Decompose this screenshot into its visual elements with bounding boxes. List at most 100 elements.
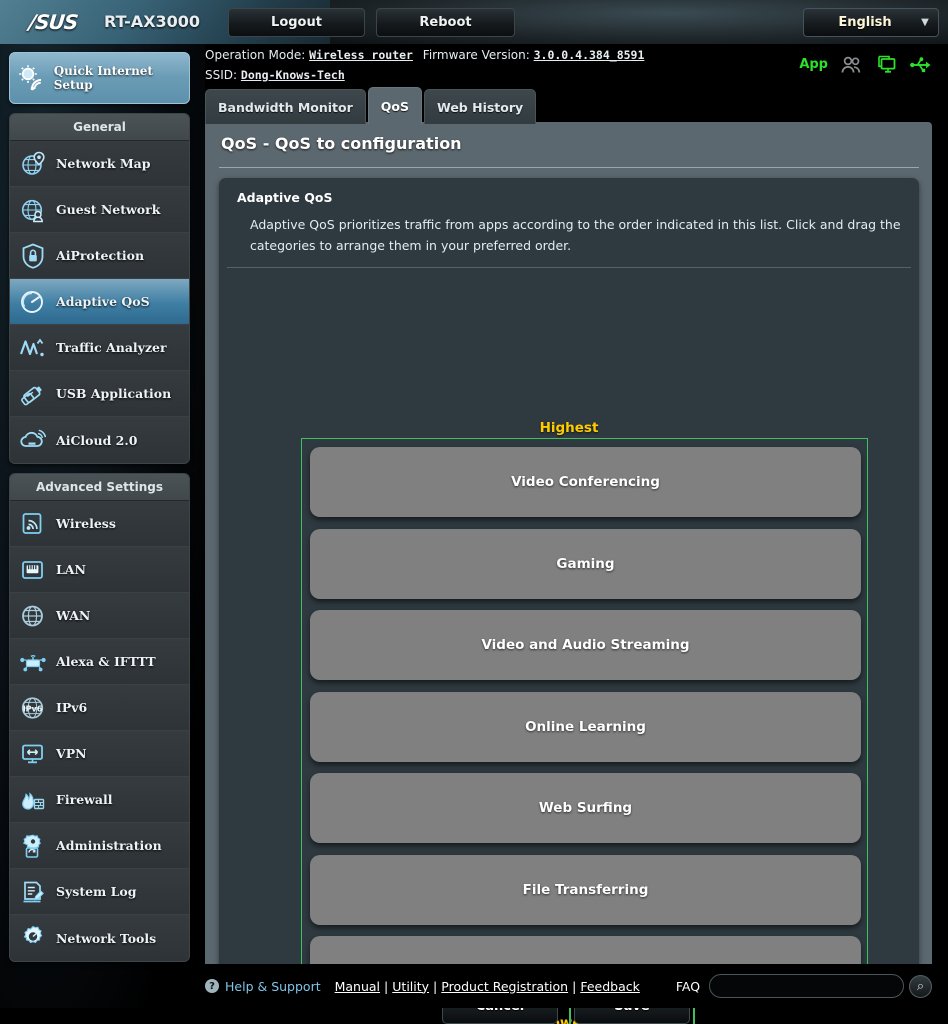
title-divider	[219, 167, 919, 168]
sidebar-group-advanced-settings: Advanced Settings Wireless	[9, 473, 190, 962]
sidebar-item-wan[interactable]: WAN	[10, 593, 189, 639]
sidebar-item-adaptive-qos[interactable]: Adaptive QoS	[10, 279, 189, 325]
sidebar-item-traffic-analyzer[interactable]: Traffic Analyzer	[10, 325, 189, 371]
top-bar: /SUS RT-AX3000 Logout Reboot English ▼	[0, 0, 948, 44]
ssid-value[interactable]: Dong-Knows-Tech	[241, 68, 345, 82]
system-log-icon	[10, 879, 56, 905]
logout-button[interactable]: Logout	[228, 8, 365, 37]
priority-highest-label: Highest	[219, 420, 919, 436]
sidebar-item-wireless[interactable]: Wireless	[10, 501, 189, 547]
header-icon-group: App	[799, 55, 932, 74]
sidebar-item-network-map[interactable]: Network Map	[10, 141, 189, 187]
monitor-icon[interactable]	[876, 55, 897, 74]
asus-logo: /SUS	[28, 10, 79, 34]
footer-links: Manual | Utility | Product Registration …	[335, 979, 640, 994]
sidebar-item-vpn[interactable]: VPN	[10, 731, 189, 777]
sidebar-item-label: Administration	[56, 838, 162, 853]
aicloud-icon	[10, 427, 56, 453]
sidebar-item-ipv6[interactable]: IPv6 IPv6	[10, 685, 189, 731]
help-and-support-label: Help & Support	[225, 979, 321, 994]
link-feedback[interactable]: Feedback	[580, 979, 640, 994]
svg-text:IPv6: IPv6	[23, 704, 43, 713]
sidebar-item-lan[interactable]: LAN	[10, 547, 189, 593]
sidebar-item-label: Adaptive QoS	[56, 294, 150, 309]
link-manual[interactable]: Manual	[335, 979, 380, 994]
faq-search-input[interactable]	[709, 974, 904, 998]
card-divider	[227, 267, 911, 268]
qos-item-video-conferencing[interactable]: Video Conferencing	[310, 447, 861, 517]
footer-bar: ? Help & Support Manual | Utility | Prod…	[196, 964, 948, 1008]
footer-separator: |	[572, 979, 576, 994]
adaptive-qos-icon	[10, 289, 56, 315]
sidebar-item-firewall[interactable]: Firewall	[10, 777, 189, 823]
sidebar-item-alexa-ifttt[interactable]: Alexa & IFTTT	[10, 639, 189, 685]
firmware-version-value[interactable]: 3.0.0.4.384_8591	[534, 48, 645, 62]
sidebar-item-usb-application[interactable]: USB Application	[10, 371, 189, 417]
firmware-label: Firmware Version:	[423, 48, 530, 62]
sidebar-item-label: AiProtection	[56, 248, 144, 263]
router-model-name: RT-AX3000	[104, 12, 200, 31]
sidebar-item-label: Alexa & IFTTT	[56, 654, 156, 669]
page-title: QoS - QoS to configuration	[221, 134, 462, 153]
faq-label: FAQ	[676, 979, 700, 994]
tab-bandwidth-monitor[interactable]: Bandwidth Monitor	[205, 89, 366, 124]
usb-icon[interactable]	[910, 56, 932, 74]
link-utility[interactable]: Utility	[392, 979, 429, 994]
clients-icon[interactable]	[841, 56, 863, 74]
sidebar-item-administration[interactable]: Administration	[10, 823, 189, 869]
qos-item-file-transferring[interactable]: File Transferring	[310, 855, 861, 925]
sidebar-item-aicloud[interactable]: AiCloud 2.0	[10, 417, 189, 463]
sidebar-item-label: Network Tools	[56, 931, 156, 946]
qos-item-gaming[interactable]: Gaming	[310, 529, 861, 599]
sidebar-item-aiprotection[interactable]: AiProtection	[10, 233, 189, 279]
reboot-button[interactable]: Reboot	[376, 8, 515, 37]
sidebar-item-quick-internet-setup[interactable]: Quick Internet Setup	[9, 52, 190, 104]
sidebar-item-guest-network[interactable]: Guest Network	[10, 187, 189, 233]
footer-separator: |	[433, 979, 437, 994]
app-text[interactable]: App	[799, 57, 828, 72]
sidebar-item-system-log[interactable]: System Log	[10, 869, 189, 915]
usb-application-icon	[10, 381, 56, 407]
main-content: Operation Mode: Wireless router Firmware…	[196, 44, 948, 1008]
operation-mode-value[interactable]: Wireless router	[309, 48, 413, 62]
qos-item-online-learning[interactable]: Online Learning	[310, 692, 861, 762]
sidebar: Quick Internet Setup General Network Map	[9, 52, 190, 962]
vpn-icon	[10, 741, 56, 767]
chevron-down-icon: ▼	[912, 17, 938, 28]
qos-priority-list[interactable]: Video Conferencing Gaming Video and Audi…	[301, 438, 868, 1008]
language-selector-label: English	[804, 15, 912, 30]
sidebar-item-label: Guest Network	[56, 202, 160, 217]
card-heading: Adaptive QoS	[237, 190, 332, 205]
network-tools-icon	[10, 925, 56, 951]
sidebar-group-general-title: General	[10, 114, 189, 141]
help-question-icon: ?	[205, 979, 219, 993]
sidebar-item-label: VPN	[56, 746, 87, 761]
search-icon[interactable]: ⌕	[909, 975, 932, 998]
aiprotection-icon	[10, 243, 56, 269]
alexa-ifttt-icon	[10, 649, 56, 675]
operation-mode-line: Operation Mode: Wireless router Firmware…	[205, 48, 644, 62]
sidebar-item-network-tools[interactable]: Network Tools	[10, 915, 189, 961]
tab-bar: Bandwidth Monitor QoS Web History	[205, 87, 538, 124]
tab-web-history[interactable]: Web History	[424, 89, 536, 124]
tab-qos[interactable]: QoS	[368, 87, 422, 124]
sidebar-item-label: Wireless	[56, 516, 116, 531]
sidebar-group-general: General Network Map	[9, 113, 190, 464]
sidebar-item-label: USB Application	[56, 386, 171, 401]
qos-item-video-and-audio-streaming[interactable]: Video and Audio Streaming	[310, 610, 861, 680]
sidebar-item-label: IPv6	[56, 700, 87, 715]
sidebar-item-label: Firewall	[56, 792, 113, 807]
adaptive-qos-card: Adaptive QoS Adaptive QoS prioritizes tr…	[219, 178, 919, 984]
ssid-label: SSID:	[205, 68, 237, 82]
footer-separator: |	[384, 979, 388, 994]
sidebar-item-label: LAN	[56, 562, 86, 577]
ipv6-icon: IPv6	[10, 695, 56, 721]
link-product-registration[interactable]: Product Registration	[441, 979, 568, 994]
language-selector[interactable]: English ▼	[803, 8, 939, 37]
qos-item-web-surfing[interactable]: Web Surfing	[310, 773, 861, 843]
quick-internet-setup-label: Quick Internet Setup	[54, 64, 189, 92]
ssid-line: SSID: Dong-Knows-Tech	[205, 68, 345, 82]
traffic-analyzer-icon	[10, 335, 56, 361]
guest-network-icon	[10, 197, 56, 223]
page-body: Quick Internet Setup General Network Map	[0, 44, 948, 1008]
